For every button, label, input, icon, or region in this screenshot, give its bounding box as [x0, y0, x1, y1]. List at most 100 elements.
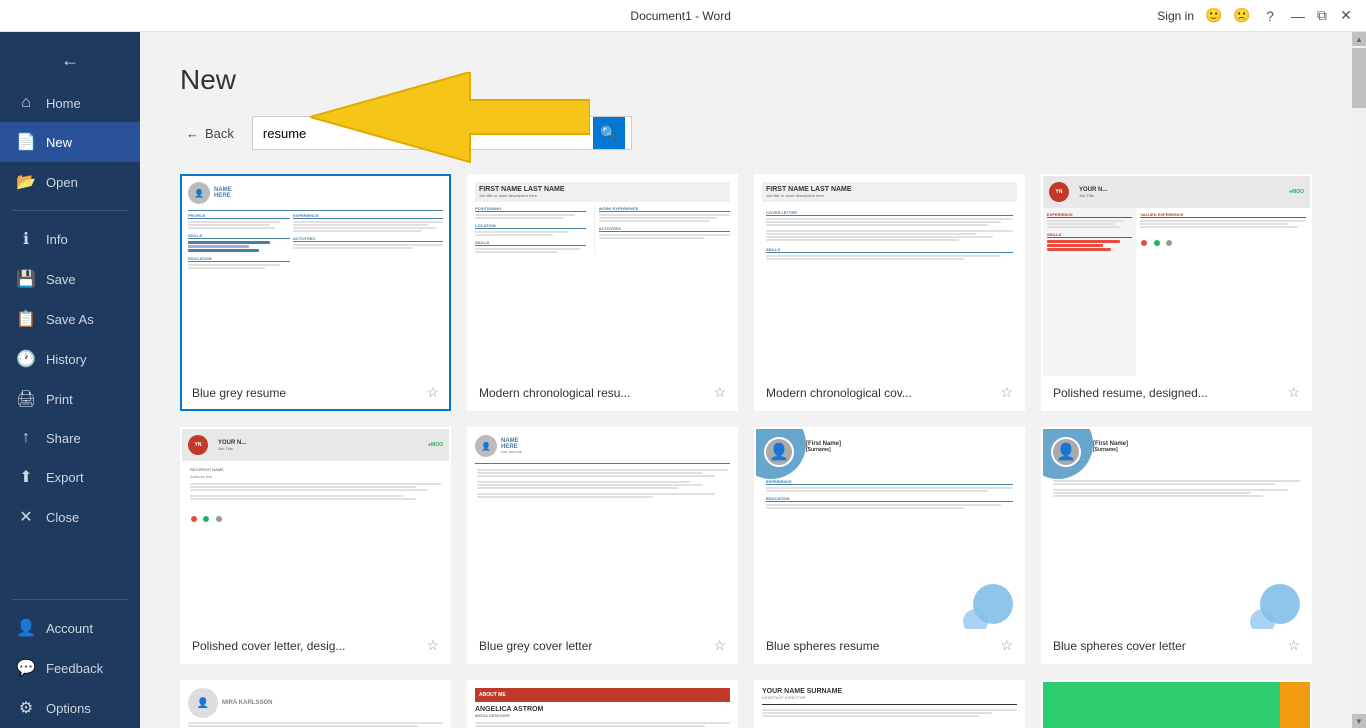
- star-icon[interactable]: ☆: [1000, 384, 1013, 401]
- template-name: Blue grey cover letter: [479, 639, 592, 653]
- template-thumbnail: YN YOUR N... Job Title ●MOO RECIPIENT NA…: [182, 429, 449, 629]
- search-bar: ← Back 🔍: [180, 116, 1312, 150]
- sidebar-item-close[interactable]: ✕ Close: [0, 497, 140, 537]
- template-card[interactable]: 👤 NAME HERE PROFILE: [180, 174, 451, 411]
- sidebar-item-label: Open: [46, 175, 78, 190]
- template-card[interactable]: 👤 [First Name] [Surname]: [1041, 427, 1312, 664]
- sidebar-item-print[interactable]: 🖨 Print: [0, 379, 140, 419]
- search-button[interactable]: 🔍: [593, 117, 625, 149]
- template-card[interactable]: FIRST NAME LAST NAME Job title or short …: [467, 174, 738, 411]
- sign-in-link[interactable]: Sign in: [1153, 9, 1198, 23]
- info-icon: ℹ: [16, 229, 36, 249]
- new-icon: 📄: [16, 132, 36, 152]
- template-thumbnail: YOUR NAME SURNAME ASSISTANT DIRECTOR: [756, 682, 1023, 728]
- back-arrow-icon: ←: [186, 126, 199, 141]
- emoji-frown-icon[interactable]: 🙁: [1230, 4, 1254, 28]
- star-icon[interactable]: ☆: [426, 384, 439, 401]
- sidebar-item-history[interactable]: 🕐 History: [0, 339, 140, 379]
- scrollbar-up-button[interactable]: ▲: [1352, 32, 1366, 46]
- template-name: Modern chronological resu...: [479, 386, 630, 400]
- scrollbar-thumb[interactable]: [1352, 48, 1366, 108]
- sidebar-item-options[interactable]: ⚙ Options: [0, 688, 140, 728]
- sidebar-item-info[interactable]: ℹ Info: [0, 219, 140, 259]
- template-card[interactable]: 👤 NAME HERE FOR THIS JOB: [467, 427, 738, 664]
- star-icon[interactable]: ☆: [1287, 637, 1300, 654]
- titlebar-title: Document1 - Word: [208, 9, 1153, 23]
- template-card[interactable]: FIRST NAME LAST NAME Job title or short …: [754, 174, 1025, 411]
- titlebar-right: Sign in 🙂 🙁 ? — ⧉ ✕: [1153, 4, 1358, 28]
- template-thumbnail: 👤 NAME HERE PROFILE: [182, 176, 449, 376]
- titlebar: Document1 - Word Sign in 🙂 🙁 ? — ⧉ ✕: [0, 0, 1366, 32]
- sidebar-item-share[interactable]: ↑ Share: [0, 419, 140, 457]
- template-name: Blue spheres cover letter: [1053, 639, 1186, 653]
- template-name: Blue grey resume: [192, 386, 286, 400]
- sidebar-back-button[interactable]: ←: [50, 40, 90, 80]
- template-card[interactable]: 👤 [First Name] [Surname] EXPERIENCE EDUC…: [754, 427, 1025, 664]
- sidebar-item-home[interactable]: ⌂ Home: [0, 84, 140, 122]
- template-card[interactable]: YOUR NAME SURNAME ASSISTANT DIRECTOR: [754, 680, 1025, 728]
- sidebar-item-account[interactable]: 👤 Account: [0, 608, 140, 648]
- template-label: Blue spheres cover letter ☆: [1043, 629, 1310, 662]
- export-icon: ⬆: [16, 467, 36, 487]
- star-icon[interactable]: ☆: [713, 637, 726, 654]
- sidebar-item-label: Info: [46, 232, 68, 247]
- template-grid: 👤 NAME HERE PROFILE: [180, 174, 1312, 728]
- template-card[interactable]: YN YOUR N... Job Title ●MOO RECIPIENT NA…: [180, 427, 451, 664]
- window-controls: — ⧉ ✕: [1286, 4, 1358, 28]
- feedback-icon: 💬: [16, 658, 36, 678]
- search-input-wrap: 🔍: [252, 116, 632, 150]
- search-icon: 🔍: [600, 125, 617, 142]
- sidebar-divider-2: [12, 599, 128, 600]
- sidebar-bottom: 👤 Account 💬 Feedback ⚙ Options: [0, 591, 140, 728]
- restore-icon[interactable]: ⧉: [1310, 4, 1334, 28]
- back-button[interactable]: ← Back: [180, 122, 240, 145]
- sidebar-item-label: Print: [46, 392, 73, 407]
- star-icon[interactable]: ☆: [1000, 637, 1013, 654]
- sidebar-item-export[interactable]: ⬆ Export: [0, 457, 140, 497]
- template-label: Blue spheres resume ☆: [756, 629, 1023, 662]
- sidebar-item-new[interactable]: 📄 New: [0, 122, 140, 162]
- star-icon[interactable]: ☆: [426, 637, 439, 654]
- template-thumbnail: 👤 MIRA KARLSSON: [182, 682, 449, 728]
- search-input[interactable]: [253, 120, 593, 147]
- share-icon: ↑: [16, 429, 36, 447]
- star-icon[interactable]: ☆: [713, 384, 726, 401]
- close-icon[interactable]: ✕: [1334, 4, 1358, 28]
- content-wrapper: New ← Back 🔍: [140, 32, 1366, 728]
- template-card[interactable]: [1041, 680, 1312, 728]
- sidebar-item-label: Export: [46, 470, 84, 485]
- template-thumbnail: 👤 NAME HERE FOR THIS JOB: [469, 429, 736, 629]
- template-card[interactable]: 👤 MIRA KARLSSON: [180, 680, 451, 728]
- close-doc-icon: ✕: [16, 507, 36, 527]
- scrollbar-down-button[interactable]: ▼: [1352, 714, 1366, 728]
- star-icon[interactable]: ☆: [1287, 384, 1300, 401]
- template-card[interactable]: ABOUT ME ANGELICA ASTROM MEDIA DESIGNER: [467, 680, 738, 728]
- emoji-smile-icon[interactable]: 🙂: [1202, 4, 1226, 28]
- template-label: Blue grey cover letter ☆: [469, 629, 736, 662]
- template-name: Polished resume, designed...: [1053, 386, 1208, 400]
- account-icon: 👤: [16, 618, 36, 638]
- saveas-icon: 📋: [16, 309, 36, 329]
- sidebar-item-feedback[interactable]: 💬 Feedback: [0, 648, 140, 688]
- template-label: Modern chronological resu... ☆: [469, 376, 736, 409]
- print-icon: 🖨: [16, 389, 36, 409]
- sidebar-item-label: Save: [46, 272, 76, 287]
- help-icon[interactable]: ?: [1258, 4, 1282, 28]
- save-icon: 💾: [16, 269, 36, 289]
- sidebar-item-label: New: [46, 135, 72, 150]
- template-thumbnail: ABOUT ME ANGELICA ASTROM MEDIA DESIGNER: [469, 682, 736, 728]
- template-label: Modern chronological cov... ☆: [756, 376, 1023, 409]
- template-thumbnail: YN YOUR N... Job Title ●MOO EXPERIENCE: [1043, 176, 1310, 376]
- history-icon: 🕐: [16, 349, 36, 369]
- content-area: New ← Back 🔍: [140, 32, 1352, 728]
- sidebar-item-saveas[interactable]: 📋 Save As: [0, 299, 140, 339]
- template-card[interactable]: YN YOUR N... Job Title ●MOO EXPERIENCE: [1041, 174, 1312, 411]
- template-thumbnail: FIRST NAME LAST NAME Job title or short …: [469, 176, 736, 376]
- minimize-icon[interactable]: —: [1286, 4, 1310, 28]
- sidebar-item-label: Close: [46, 510, 79, 525]
- sidebar-item-open[interactable]: 📂 Open: [0, 162, 140, 202]
- template-name: Blue spheres resume: [766, 639, 879, 653]
- sidebar-item-save[interactable]: 💾 Save: [0, 259, 140, 299]
- template-thumbnail: 👤 [First Name] [Surname]: [1043, 429, 1310, 629]
- template-label: Polished cover letter, desig... ☆: [182, 629, 449, 662]
